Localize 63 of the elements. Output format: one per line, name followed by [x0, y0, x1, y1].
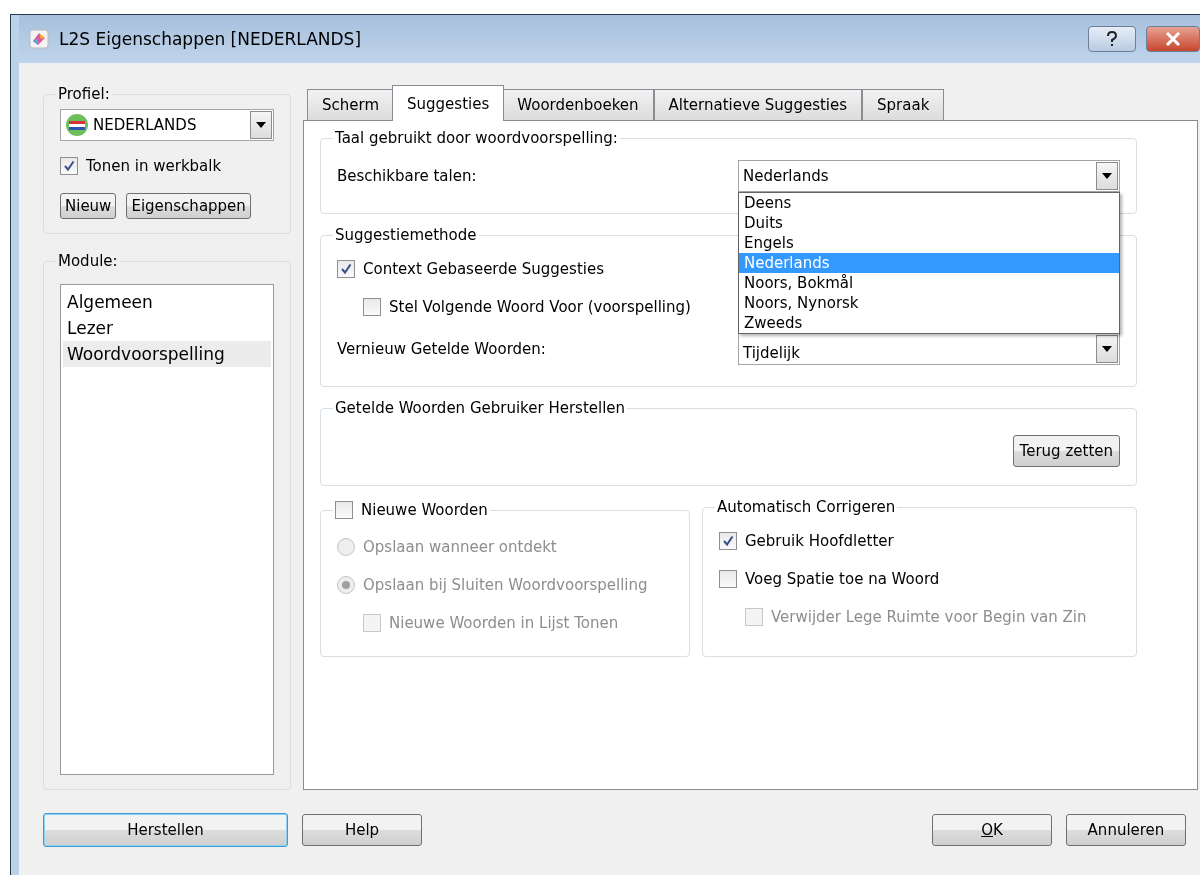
footer-button[interactable]: OK	[932, 814, 1052, 846]
flag-icon	[65, 113, 89, 137]
field-label: Vernieuw Getelde Woorden:	[337, 340, 546, 358]
module-item[interactable]: Woordvoorspelling	[63, 341, 271, 367]
module-item[interactable]: Algemeen	[63, 289, 271, 315]
checkbox[interactable]	[719, 570, 737, 588]
profile-button[interactable]: Eigenschappen	[126, 193, 251, 219]
caret-icon	[1102, 173, 1112, 179]
tab[interactable]: Suggesties	[392, 85, 505, 121]
group-title: Profiel:	[57, 85, 111, 103]
field-label: Beschikbare talen:	[337, 167, 477, 185]
close-button[interactable]	[1146, 26, 1200, 52]
dropdown-arrow-button[interactable]	[1096, 335, 1118, 363]
profile-value: NEDERLANDS	[93, 116, 197, 134]
footer-button[interactable]: Herstellen	[43, 813, 288, 847]
tab[interactable]: Scherm	[307, 89, 395, 121]
option-label: Voeg Spatie toe na Woord	[745, 570, 940, 588]
option-label: Gebruik Hoofdletter	[745, 532, 894, 550]
footer-button[interactable]: Annuleren	[1066, 814, 1186, 846]
dropdown-option[interactable]: Noors, Bokmål	[739, 273, 1119, 293]
reset-button[interactable]: Terug zetten	[1012, 435, 1120, 467]
option-label: Opslaan wanneer ontdekt	[363, 538, 557, 556]
caret-icon	[256, 122, 266, 128]
dropdown-option[interactable]: Noors, Nynorsk	[739, 293, 1119, 313]
footer-button[interactable]: Help	[302, 814, 422, 846]
close-icon	[1165, 32, 1181, 46]
group-title: Taal gebruikt door woordvoorspelling:	[334, 129, 619, 147]
option-label: Nieuwe Woorden	[361, 501, 488, 519]
profile-dropdown[interactable]: NEDERLANDS	[60, 109, 274, 141]
dropdown-value: Tijdelijk	[742, 343, 801, 362]
dropdown-option[interactable]: Zweeds	[739, 313, 1119, 333]
profile-button[interactable]: Nieuw	[60, 193, 117, 219]
checkbox[interactable]	[60, 157, 78, 175]
checkbox[interactable]	[335, 501, 353, 519]
dropdown-option[interactable]: Deens	[739, 193, 1119, 213]
window-title: L2S Eigenschappen [NEDERLANDS]	[59, 29, 363, 49]
option-label: Opslaan bij Sluiten Woordvoorspelling	[363, 576, 648, 594]
checkbox[interactable]	[337, 260, 355, 278]
question-mark-icon	[1106, 31, 1118, 47]
app-icon	[29, 29, 49, 49]
checkbox[interactable]	[719, 532, 737, 550]
group-title: Module:	[57, 252, 119, 270]
option-label: Tonen in werkbalk	[86, 157, 222, 175]
option-label: Stel Volgende Woord Voor (voorspelling)	[389, 298, 691, 316]
checkbox[interactable]	[363, 298, 381, 316]
dropdown-option[interactable]: Engels	[739, 233, 1119, 253]
tab[interactable]: Alternatieve Suggesties	[653, 89, 863, 121]
dropdown-value: Nederlands	[742, 167, 830, 185]
group-title: Getelde Woorden Gebruiker Herstellen	[334, 399, 627, 417]
option-label: Verwijder Lege Ruimte voor Begin van Zin	[771, 608, 1087, 626]
tab[interactable]: Woordenboeken	[502, 89, 654, 121]
dropdown-arrow-button[interactable]	[1096, 162, 1118, 190]
renew-dropdown[interactable]: Tijdelijk	[738, 333, 1120, 365]
help-button[interactable]	[1088, 26, 1136, 52]
caret-icon	[1102, 346, 1112, 352]
group-title: Automatisch Corrigeren	[716, 498, 897, 516]
module-item[interactable]: Lezer	[63, 315, 271, 341]
dropdown-arrow-button[interactable]	[250, 111, 272, 139]
tab[interactable]: Spraak	[862, 89, 945, 121]
dropdown-option[interactable]: Duits	[739, 213, 1119, 233]
option-label: Context Gebaseerde Suggesties	[363, 260, 604, 278]
option-label: Nieuwe Woorden in Lijst Tonen	[389, 614, 619, 632]
group-title: Suggestiemethode	[334, 226, 478, 244]
